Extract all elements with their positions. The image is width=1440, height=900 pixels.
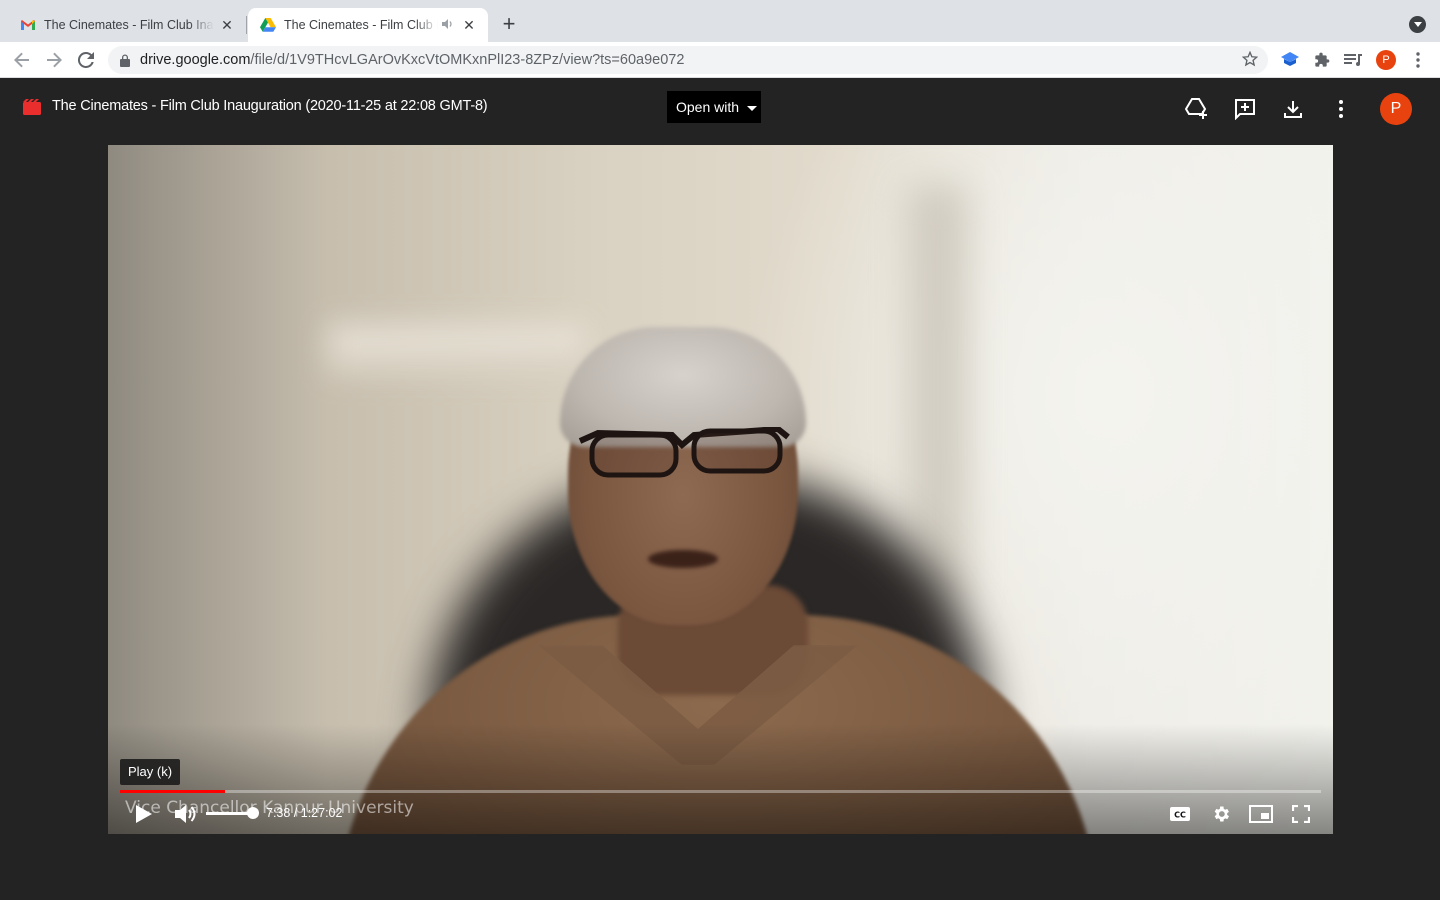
lock-icon[interactable]: [120, 54, 130, 67]
caret-down-icon: [747, 105, 758, 111]
add-comment-icon[interactable]: [1233, 97, 1257, 121]
tab-strip: The Cinemates - Film Club Inauguration ✕…: [0, 0, 1440, 42]
volume-icon[interactable]: [172, 800, 200, 828]
play-button[interactable]: [130, 800, 158, 828]
address-bar[interactable]: drive.google.com/file/d/1V9THcvLGArOvKxc…: [108, 46, 1268, 74]
extensions-puzzle-icon[interactable]: [1312, 50, 1332, 70]
browser-menu-icon[interactable]: [1408, 50, 1428, 70]
download-icon[interactable]: [1281, 97, 1305, 121]
progress-bar[interactable]: [120, 790, 1321, 793]
tab-search-icon[interactable]: [1409, 16, 1426, 33]
media-playlist-icon[interactable]: [1343, 50, 1363, 70]
open-with-label: Open with: [676, 99, 740, 115]
bookmark-star-icon[interactable]: [1241, 50, 1259, 71]
google-drive-icon: [260, 17, 276, 33]
speaker-icon[interactable]: [442, 18, 456, 32]
tab-title: The Cinemates - Film Club Inauguration: [44, 18, 214, 32]
open-with-button[interactable]: Open with: [667, 91, 761, 123]
tab-drive[interactable]: The Cinemates - Film Club Inauguration ✕: [248, 8, 488, 42]
miniplayer-icon[interactable]: [1248, 800, 1274, 828]
tab-divider: [246, 16, 247, 34]
gmail-icon: [20, 17, 36, 33]
back-arrow-icon[interactable]: [10, 48, 34, 72]
url-path: /file/d/1V9THcvLGArOvKxcVtOMKxnPlI23-8ZP…: [250, 52, 685, 68]
tab-gmail[interactable]: The Cinemates - Film Club Inauguration ✕: [0, 8, 246, 42]
account-avatar[interactable]: P: [1380, 93, 1412, 125]
time-display: 7:38 / 1:27:02: [266, 806, 343, 820]
viewer-header: The Cinemates - Film Club Inauguration (…: [0, 79, 1440, 139]
add-to-drive-icon[interactable]: [1185, 97, 1209, 121]
reload-icon[interactable]: [74, 48, 98, 72]
fullscreen-icon[interactable]: [1289, 800, 1313, 828]
url-domain: drive.google.com: [140, 52, 251, 68]
forward-arrow-icon[interactable]: [42, 48, 66, 72]
close-icon[interactable]: ✕: [218, 16, 236, 34]
video-player[interactable]: Vice Chancellor Kanpur University Play (…: [108, 145, 1333, 834]
captions-button[interactable]: CC: [1168, 800, 1192, 828]
browser-toolbar: drive.google.com/file/d/1V9THcvLGArOvKxc…: [0, 42, 1440, 78]
svg-text:CC: CC: [1174, 811, 1186, 820]
progress-played: [120, 790, 226, 793]
more-options-icon[interactable]: [1329, 97, 1353, 121]
volume-slider-handle[interactable]: [247, 807, 259, 819]
volume-slider-track[interactable]: [206, 812, 252, 815]
close-icon[interactable]: ✕: [460, 16, 478, 34]
tab-title: The Cinemates - Film Club Inauguration: [284, 18, 438, 32]
new-tab-icon[interactable]: +: [498, 13, 520, 35]
file-title: The Cinemates - Film Club Inauguration (…: [52, 98, 488, 114]
extension-graduation-cap-icon[interactable]: [1280, 50, 1300, 70]
video-file-icon: [23, 99, 41, 115]
browser-profile-avatar[interactable]: P: [1376, 50, 1396, 70]
play-tooltip: Play (k): [120, 759, 181, 785]
settings-gear-icon[interactable]: [1209, 800, 1233, 828]
